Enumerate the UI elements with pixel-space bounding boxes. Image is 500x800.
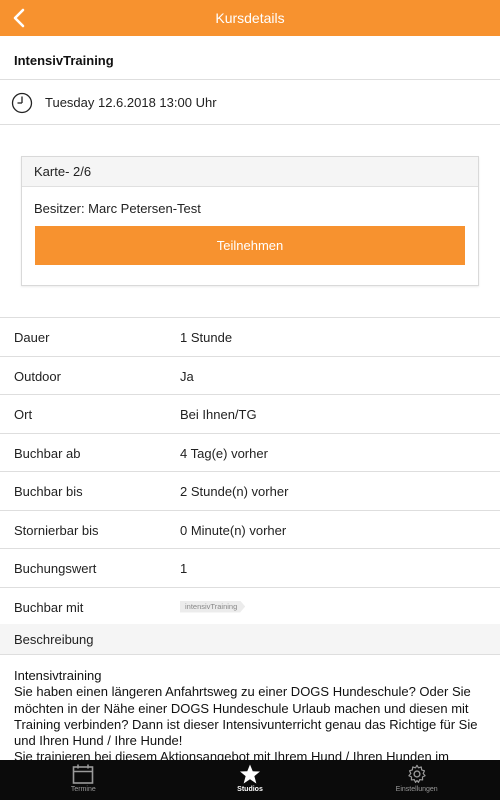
- clock-icon: [11, 92, 33, 114]
- description-text: Sie haben einen längeren Anfahrtsweg zu …: [14, 684, 478, 749]
- detail-value: 2 Stunde(n) vorher: [180, 484, 289, 499]
- tab-label: Studios: [237, 786, 263, 793]
- detail-value: 4 Tag(e) vorher: [180, 445, 268, 461]
- card-header: Karte- 2/6: [22, 157, 478, 187]
- description-body: Intensivtraining Sie haben einen längere…: [14, 668, 488, 766]
- detail-key: Outdoor: [14, 368, 61, 384]
- detail-key: Buchbar mit: [14, 599, 84, 615]
- description-title: Intensivtraining: [14, 668, 102, 683]
- detail-row-bookable-until: Buchbar bis 2 Stunde(n) vorher: [0, 472, 500, 511]
- tab-bar: Termine Studios Einstellungen: [0, 760, 500, 800]
- detail-key: Buchbar ab: [14, 445, 81, 461]
- chevron-left-icon: [13, 8, 25, 28]
- detail-value: 1: [180, 561, 188, 576]
- detail-value: Bei Ihnen/TG: [180, 407, 257, 422]
- detail-key: Buchbar bis: [14, 484, 83, 499]
- tab-termine[interactable]: Termine: [0, 760, 167, 800]
- tab-studios[interactable]: Studios: [167, 760, 334, 800]
- membership-card: Karte- 2/6 Besitzer: Marc Petersen-Test …: [21, 156, 479, 286]
- detail-value: 1 Stunde: [180, 330, 233, 345]
- page-title: Kursdetails: [215, 10, 285, 26]
- tab-einstellungen[interactable]: Einstellungen: [333, 760, 500, 800]
- detail-row-location: Ort Bei Ihnen/TG: [0, 395, 500, 434]
- detail-key: Buchungswert: [14, 561, 97, 576]
- app-bar: Kursdetails: [0, 0, 500, 36]
- detail-row-outdoor: Outdoor Ja: [0, 357, 500, 395]
- description-heading: Beschreibung: [0, 624, 500, 655]
- detail-key: Ort: [14, 407, 33, 422]
- details-table: Dauer 1 Stunde Outdoor Ja Ort Bei Ihnen/…: [0, 317, 500, 626]
- course-date-row: Tuesday 12.6.2018 13:00 Uhr: [0, 81, 500, 125]
- course-name: IntensivTraining: [0, 42, 500, 80]
- detail-key: Stornierbar bis: [14, 522, 99, 538]
- tab-label: Einstellungen: [395, 786, 438, 793]
- star-icon: [240, 764, 260, 784]
- detail-row-cancellable-until: Stornierbar bis 0 Minute(n) vorher: [0, 511, 500, 549]
- back-button[interactable]: [6, 5, 32, 31]
- course-datetime: Tuesday 12.6.2018 13:00 Uhr: [45, 95, 217, 110]
- join-button[interactable]: Teilnehmen: [35, 226, 465, 265]
- detail-row-duration: Dauer 1 Stunde: [0, 318, 500, 357]
- detail-row-bookable-with: Buchbar mit intensivTraining: [0, 588, 500, 626]
- detail-key: Dauer: [14, 330, 50, 345]
- calendar-icon: [73, 764, 94, 784]
- detail-value: 0 Minute(n) vorher: [180, 522, 287, 538]
- tab-label: Termine: [70, 786, 96, 793]
- detail-value: Ja: [180, 368, 194, 384]
- card-type-tag: intensivTraining: [180, 600, 246, 613]
- detail-row-bookable-from: Buchbar ab 4 Tag(e) vorher: [0, 434, 500, 472]
- detail-row-booking-value: Buchungswert 1: [0, 549, 500, 588]
- gear-icon: [407, 764, 426, 783]
- card-owner: Besitzer: Marc Petersen-Test: [34, 201, 201, 216]
